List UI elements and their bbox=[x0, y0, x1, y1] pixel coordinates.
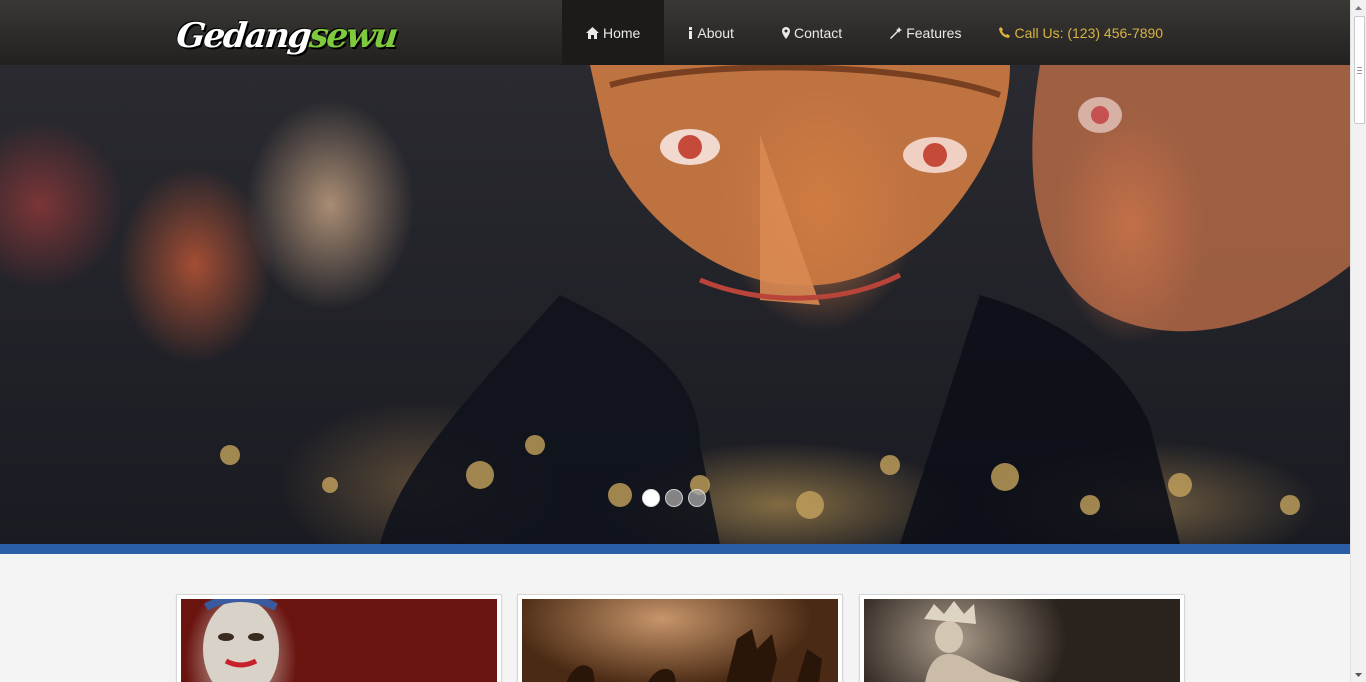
scroll-up-arrow-icon[interactable] bbox=[1351, 0, 1366, 15]
nav-phone[interactable]: Call Us: (123) 456-7890 bbox=[985, 0, 1187, 65]
nav-contact-label: Contact bbox=[793, 24, 843, 41]
feature-card-2[interactable] bbox=[517, 594, 843, 682]
nav-contact[interactable]: Contact bbox=[758, 0, 866, 65]
slider-dot-3[interactable] bbox=[688, 489, 706, 507]
nav-features[interactable]: Features bbox=[866, 0, 985, 65]
nav-home[interactable]: Home bbox=[562, 0, 665, 65]
brand-name-part1: Gedang bbox=[174, 16, 312, 56]
slider-dot-1[interactable] bbox=[642, 489, 660, 507]
card-image-mask bbox=[181, 599, 497, 682]
info-icon bbox=[688, 26, 693, 39]
scroll-down-arrow-icon[interactable] bbox=[1351, 667, 1366, 682]
slider-dot-2[interactable] bbox=[665, 489, 683, 507]
nav-home-label: Home bbox=[603, 24, 641, 41]
brand-name-part2: sewu bbox=[307, 16, 399, 56]
page: Gedang sewu Home About Contact Features … bbox=[0, 0, 1351, 682]
accent-band bbox=[0, 544, 1351, 554]
slider-dots bbox=[642, 489, 706, 507]
map-marker-icon bbox=[781, 26, 790, 39]
magic-wand-icon bbox=[890, 26, 903, 39]
top-navbar: Gedang sewu Home About Contact Features … bbox=[0, 0, 1351, 66]
main-nav: Home About Contact Features Call Us: (12… bbox=[562, 0, 1187, 65]
nav-about-label: About bbox=[697, 24, 734, 41]
card-image-shadow-puppets bbox=[522, 599, 838, 682]
card-image-dancer bbox=[864, 599, 1180, 682]
feature-card-3[interactable] bbox=[859, 594, 1185, 682]
vertical-scrollbar[interactable] bbox=[1350, 0, 1366, 682]
nav-features-label: Features bbox=[906, 24, 962, 41]
brand-logo[interactable]: Gedang sewu bbox=[174, 8, 399, 56]
home-icon bbox=[586, 26, 599, 39]
phone-icon bbox=[999, 27, 1011, 38]
nav-phone-label: Call Us: (123) 456-7890 bbox=[1014, 24, 1164, 41]
hero-image bbox=[220, 65, 1351, 544]
feature-card-1[interactable] bbox=[176, 594, 502, 682]
scrollbar-thumb[interactable] bbox=[1354, 16, 1365, 124]
hero-slider[interactable] bbox=[0, 65, 1351, 544]
nav-about[interactable]: About bbox=[664, 0, 758, 65]
